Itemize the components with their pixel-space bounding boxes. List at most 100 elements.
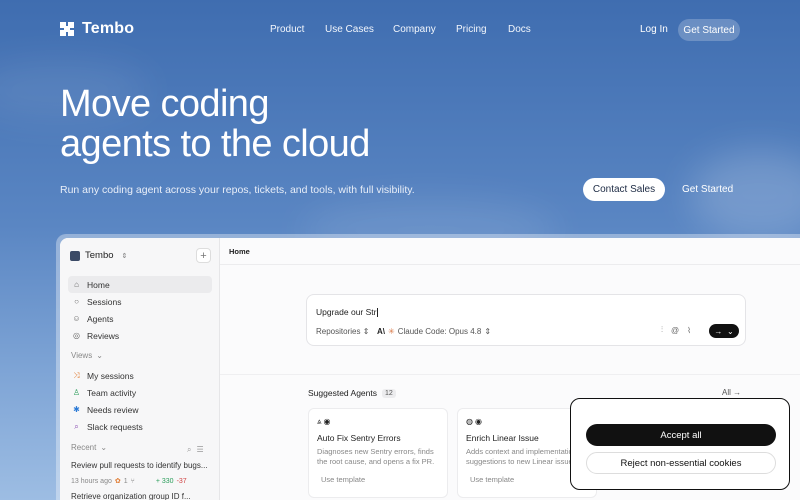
- send-button[interactable]: → ⌄: [709, 324, 739, 338]
- sidebar-item-home[interactable]: ⌂ Home: [68, 276, 212, 293]
- views-section-header[interactable]: Views ⌄: [71, 351, 103, 360]
- person-icon: ♙: [72, 388, 81, 397]
- all-agents-link[interactable]: All →: [722, 388, 741, 397]
- card-title: Auto Fix Sentry Errors: [317, 433, 401, 443]
- branch-icon: ⑂: [130, 477, 135, 485]
- card-description: Diagnoses new Sentry errors, finds the r…: [317, 447, 435, 466]
- recent-item[interactable]: Retrieve organization group ID f...: [71, 492, 213, 500]
- repositories-label: Repositories: [316, 327, 361, 336]
- arrow-right-icon: →: [714, 326, 723, 336]
- use-template-button[interactable]: Use template: [321, 475, 365, 484]
- workspace-switcher[interactable]: Tembo ⇕: [70, 250, 127, 261]
- sidebar-item-my-sessions[interactable]: ⤨ My sessions: [68, 367, 212, 384]
- search-icon[interactable]: ⌕: [187, 445, 191, 455]
- repositories-selector[interactable]: Repositories ⇕: [316, 327, 369, 336]
- hero-subtitle: Run any coding agent across your repos, …: [60, 184, 415, 196]
- contact-sales-button[interactable]: Contact Sales: [583, 178, 665, 201]
- chevron-down-icon: ⌄: [100, 443, 108, 452]
- reject-cookies-button[interactable]: Reject non-essential cookies: [586, 452, 776, 474]
- home-icon: ⌂: [74, 280, 79, 289]
- linear-icon: ◍: [466, 417, 473, 426]
- chevron-updown-icon: ⇕: [484, 327, 492, 336]
- sidebar-item-needs-review[interactable]: ✱ Needs review: [68, 401, 212, 418]
- agent-avatar-icon: ✿: [114, 478, 121, 485]
- at-sign-icon[interactable]: @: [671, 326, 679, 335]
- shuffle-icon: ⤨: [73, 370, 80, 380]
- main-header: Home: [220, 238, 800, 265]
- card-title: Enrich Linear Issue: [466, 433, 539, 443]
- hero-get-started-link[interactable]: Get Started: [682, 184, 733, 195]
- lines-added: + 330: [155, 477, 174, 485]
- nav-link-docs[interactable]: Docs: [508, 24, 531, 35]
- circle-icon: ○: [74, 297, 79, 306]
- sidebar-item-label: Home: [87, 279, 110, 290]
- prompt-text: Upgrade our Str: [316, 307, 377, 317]
- github-icon: ◉: [323, 417, 331, 426]
- sidebar-item-label: Sessions: [87, 296, 122, 307]
- recent-time: 13 hours ago: [71, 477, 112, 485]
- suggested-count-badge: 12: [382, 388, 396, 398]
- sidebar-item-label: Needs review: [87, 404, 139, 415]
- accept-all-cookies-button[interactable]: Accept all: [586, 424, 776, 446]
- top-nav: Tembo Product Use Cases Company Pricing …: [0, 0, 800, 60]
- recent-count: 1: [123, 477, 128, 485]
- composer-tools: ⫶ @ ⌇: [661, 325, 691, 335]
- recent-section-header[interactable]: Recent ⌄: [71, 443, 107, 452]
- hero-title-line1: Move coding: [60, 83, 269, 125]
- model-selector[interactable]: A\ ✳ Claude Code: Opus 4.8 ⇕: [377, 327, 491, 336]
- nav-link-use-cases[interactable]: Use Cases: [325, 24, 374, 35]
- views-label: Views: [71, 351, 93, 360]
- prompt-composer[interactable]: Upgrade our Str Repositories ⇕ A\ ✳ Clau…: [306, 294, 746, 346]
- nav-link-product[interactable]: Product: [270, 24, 304, 35]
- tembo-logo-icon: [60, 22, 74, 36]
- nav-link-pricing[interactable]: Pricing: [456, 24, 487, 35]
- sidebar-item-label: My sessions: [87, 370, 134, 381]
- brand-logo[interactable]: Tembo: [60, 20, 134, 38]
- filter-icon[interactable]: ☰: [196, 445, 203, 455]
- chevron-down-icon[interactable]: ⌄: [727, 327, 734, 336]
- card-integration-icons: ◍ ◉: [466, 417, 482, 426]
- new-session-button[interactable]: +: [196, 248, 211, 263]
- recent-tools: ⌕ ☰: [187, 445, 204, 455]
- agent-card-sentry[interactable]: ⩓ ◉ Auto Fix Sentry Errors Diagnoses new…: [308, 408, 448, 498]
- review-icon: ◎: [73, 331, 80, 340]
- sidebar-item-reviews[interactable]: ◎ Reviews: [68, 327, 212, 344]
- chevron-updown-icon: ⇕: [121, 252, 128, 260]
- sliders-icon[interactable]: ⫶: [661, 325, 663, 335]
- sidebar-item-label: Reviews: [87, 330, 120, 341]
- asterisk-icon: ✱: [73, 405, 80, 414]
- cookie-consent-dialog: Accept all Reject non-essential cookies: [570, 398, 790, 490]
- brand-name: Tembo: [82, 20, 135, 37]
- claude-spark-icon: ✳: [388, 327, 395, 336]
- all-label: All: [722, 388, 731, 397]
- login-link[interactable]: Log In: [640, 24, 668, 35]
- sidebar-item-sessions[interactable]: ○ Sessions: [68, 293, 212, 310]
- arrow-right-icon: →: [733, 388, 742, 397]
- sidebar-item-label: Team activity: [87, 387, 137, 398]
- text-cursor: [377, 308, 379, 318]
- nav-get-started-button[interactable]: Get Started: [678, 19, 740, 41]
- sidebar-item-agents[interactable]: ☺ Agents: [68, 310, 212, 327]
- sentry-icon: ⩓: [317, 417, 322, 426]
- plus-icon: +: [200, 249, 207, 262]
- nav-link-company[interactable]: Company: [393, 24, 436, 35]
- hero-title: Move coding agents to the cloud: [60, 84, 370, 164]
- recent-label: Recent: [71, 443, 97, 452]
- divider: [220, 374, 800, 375]
- suggested-agents-header: Suggested Agents 12: [308, 388, 396, 398]
- anthropic-logo-icon: A\: [377, 327, 385, 336]
- recent-item[interactable]: Review pull requests to identify bugs...: [71, 461, 213, 470]
- paperclip-icon[interactable]: ⌇: [687, 326, 691, 335]
- sidebar-item-team-activity[interactable]: ♙ Team activity: [68, 384, 212, 401]
- github-icon: ◉: [474, 417, 482, 426]
- use-template-button[interactable]: Use template: [470, 475, 514, 484]
- search-icon: ⌕: [74, 421, 79, 431]
- prompt-input[interactable]: Upgrade our Str: [316, 307, 379, 318]
- workspace-icon: [70, 250, 80, 261]
- sidebar-item-label: Agents: [87, 313, 114, 324]
- chevron-updown-icon: ⇕: [362, 327, 370, 336]
- sidebar-item-label: Slack requests: [87, 421, 143, 432]
- hero-title-line2: agents to the cloud: [60, 123, 370, 165]
- breadcrumb: Home: [229, 247, 250, 256]
- sidebar-item-slack-requests[interactable]: ⌕ Slack requests: [68, 418, 212, 435]
